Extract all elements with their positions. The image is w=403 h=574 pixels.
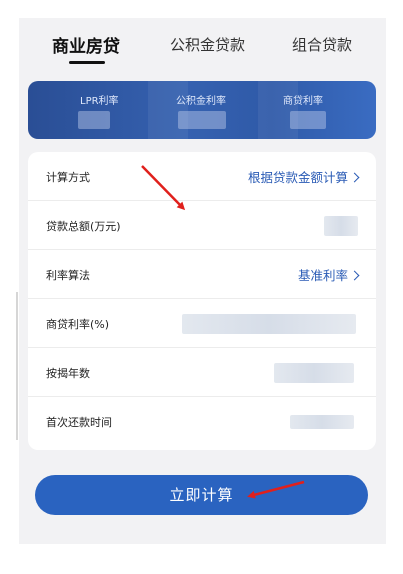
calc-method-label: 计算方式	[46, 171, 90, 184]
first-payment-label: 首次还款时间	[46, 416, 112, 429]
provident-rate-label: 公积金利率	[176, 96, 226, 107]
rate-banner: LPR利率 公积金利率 商贷利率	[28, 81, 376, 139]
chevron-right-icon	[349, 172, 360, 183]
calculate-button[interactable]: 立即计算	[35, 475, 368, 515]
rate-method-row[interactable]: 利率算法 基准利率	[28, 250, 376, 299]
commercial-rate-input-redacted[interactable]	[182, 314, 356, 334]
tab-provident-fund-loan[interactable]: 公积金贷款	[170, 34, 245, 55]
mortgage-years-input-redacted[interactable]	[274, 363, 354, 383]
loan-type-tabs: 商业房贷 公积金贷款 组合贷款	[19, 24, 386, 76]
rate-method-label: 利率算法	[46, 269, 90, 282]
loan-amount-row[interactable]: 贷款总额(万元)	[28, 201, 376, 250]
banner-decoration	[258, 81, 298, 139]
lpr-rate-value-redacted	[78, 111, 110, 129]
active-tab-indicator	[69, 61, 105, 64]
commercial-rate-field-label: 商贷利率(%)	[46, 318, 110, 331]
lpr-rate-label: LPR利率	[80, 96, 119, 107]
rate-method-select[interactable]: 基准利率	[298, 265, 360, 284]
chevron-right-icon	[349, 270, 360, 281]
first-payment-row[interactable]: 首次还款时间	[28, 397, 376, 446]
tab-commercial-loan[interactable]: 商业房贷	[52, 32, 120, 57]
banner-decoration	[148, 81, 188, 139]
tab-combined-loan[interactable]: 组合贷款	[292, 34, 352, 55]
calc-method-row[interactable]: 计算方式 根据贷款金额计算	[28, 152, 376, 201]
commercial-rate-row[interactable]: 商贷利率(%)	[28, 299, 376, 348]
loan-form: 计算方式 根据贷款金额计算 贷款总额(万元) 利率算法 基准利率 商贷利率(%)…	[28, 152, 376, 450]
first-payment-input-redacted[interactable]	[290, 415, 354, 429]
mortgage-years-row[interactable]: 按揭年数	[28, 348, 376, 397]
commercial-rate-value-redacted	[290, 111, 326, 129]
commercial-rate-label: 商贷利率	[283, 96, 323, 107]
mortgage-years-label: 按揭年数	[46, 367, 90, 380]
provident-rate-value-redacted	[178, 111, 226, 129]
loan-amount-input-redacted[interactable]	[324, 216, 358, 236]
side-divider	[16, 292, 18, 440]
calc-method-select[interactable]: 根据贷款金额计算	[248, 167, 360, 186]
loan-amount-label: 贷款总额(万元)	[46, 220, 121, 233]
